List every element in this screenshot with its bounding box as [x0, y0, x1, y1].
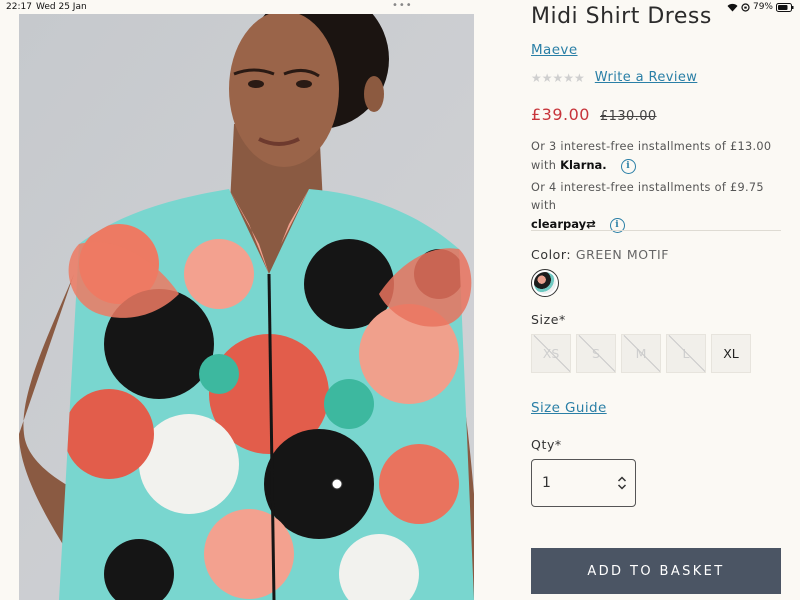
size-option-m: M	[621, 334, 661, 373]
product-image[interactable]	[19, 14, 474, 600]
model-photo	[19, 14, 474, 600]
rating-stars-icon: ★★★★★	[531, 70, 585, 85]
rating-row: ★★★★★ Write a Review	[531, 70, 697, 85]
brand-link[interactable]: Maeve	[531, 42, 578, 58]
battery-percent: 79%	[752, 2, 773, 12]
clearpay-logo: clearpay⇄	[531, 217, 596, 231]
status-time: 22:17	[6, 2, 32, 12]
wifi-icon	[727, 3, 738, 12]
size-option-s: S	[576, 334, 616, 373]
size-option-xs: XS	[531, 334, 571, 373]
chevron-up-down-icon	[617, 476, 627, 490]
clearpay-installments: Or 4 interest-free installments of £9.75…	[531, 179, 783, 234]
product-details: Midi Shirt Dress Maeve ★★★★★ Write a Rev…	[531, 0, 783, 600]
price-row: £39.00 £130.00	[531, 105, 657, 124]
info-icon[interactable]: i	[620, 158, 636, 174]
qty-label: Qty*	[531, 437, 562, 452]
size-options: XS S M L XL	[531, 334, 751, 373]
battery-icon	[776, 2, 794, 12]
status-bar: 22:17 Wed 25 Jan ••• 79%	[0, 0, 800, 15]
color-label: Color: GREEN MOTIF	[531, 247, 669, 262]
color-label-text: Color:	[531, 247, 572, 262]
color-swatch[interactable]	[531, 269, 559, 297]
size-guide-link[interactable]: Size Guide	[531, 400, 607, 416]
size-label: Size*	[531, 312, 566, 327]
divider	[531, 230, 781, 231]
color-value: GREEN MOTIF	[575, 247, 670, 262]
quantity-select[interactable]: 1	[531, 459, 636, 507]
quantity-value: 1	[542, 475, 551, 491]
klarna-installments: Or 3 interest-free installments of £13.0…	[531, 138, 783, 175]
lock-rotation-icon	[741, 2, 750, 12]
status-date: Wed 25 Jan	[36, 2, 87, 12]
sale-price: £39.00	[531, 105, 590, 124]
klarna-logo: Klarna.	[560, 158, 607, 172]
clearpay-text: Or 4 interest-free installments of £9.75…	[531, 181, 764, 212]
status-right: 79%	[727, 2, 794, 12]
multitasking-dots[interactable]: •••	[392, 0, 413, 11]
add-to-basket-button[interactable]: ADD TO BASKET	[531, 548, 781, 594]
size-option-l: L	[666, 334, 706, 373]
size-option-xl[interactable]: XL	[711, 334, 751, 373]
write-review-link[interactable]: Write a Review	[595, 70, 698, 85]
original-price: £130.00	[599, 109, 657, 124]
swatch-pattern	[534, 272, 556, 294]
